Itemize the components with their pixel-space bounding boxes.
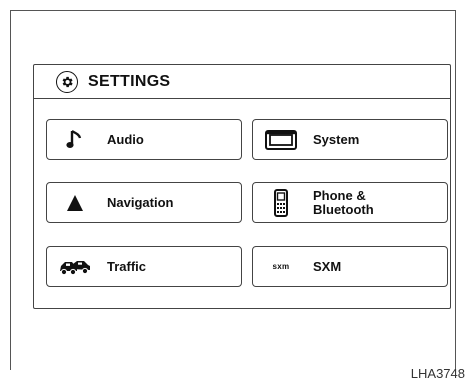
audio-button[interactable]: Audio xyxy=(46,119,242,160)
phone-bluetooth-button[interactable]: Phone & Bluetooth xyxy=(252,182,448,223)
settings-screen: SETTINGS Audio System Navigation Phone &… xyxy=(33,64,451,309)
sxm-button[interactable]: sxm SXM xyxy=(252,246,448,287)
audio-label: Audio xyxy=(107,131,144,147)
figure: SETTINGS Audio System Navigation Phone &… xyxy=(0,0,465,383)
display-icon xyxy=(261,129,301,150)
phone-bluetooth-label: Phone & Bluetooth xyxy=(313,187,374,217)
sxm-label: SXM xyxy=(313,258,342,274)
traffic-cars-icon xyxy=(55,258,95,276)
navigation-arrow-icon xyxy=(55,194,95,212)
system-button[interactable]: System xyxy=(252,119,448,160)
navigation-label: Navigation xyxy=(107,194,174,210)
gear-icon[interactable] xyxy=(56,70,78,93)
system-label: System xyxy=(313,131,360,147)
page-title: SETTINGS xyxy=(88,72,171,90)
music-note-icon xyxy=(55,129,95,151)
navigation-button[interactable]: Navigation xyxy=(46,182,242,223)
traffic-label: Traffic xyxy=(107,258,147,274)
phone-icon xyxy=(261,188,301,218)
title-bar: SETTINGS xyxy=(34,65,450,99)
sxm-icon-text: sxm xyxy=(272,262,290,271)
sxm-icon: sxm xyxy=(261,262,301,271)
traffic-button[interactable]: Traffic xyxy=(46,246,242,287)
figure-code: LHA3748 xyxy=(410,366,465,381)
